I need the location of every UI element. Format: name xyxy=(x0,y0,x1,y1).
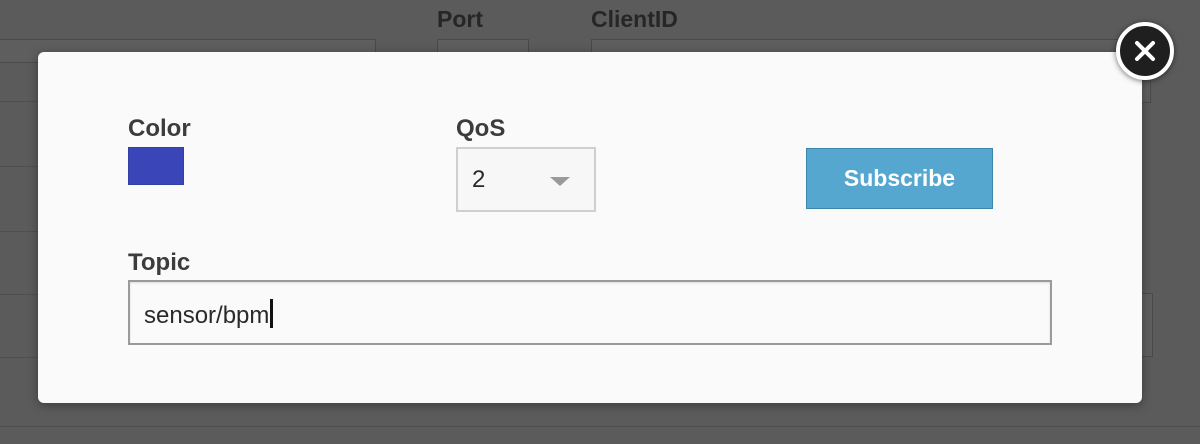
background-divider xyxy=(0,294,38,295)
close-icon xyxy=(1135,41,1155,61)
color-label: Color xyxy=(128,115,191,142)
background-divider xyxy=(0,101,38,102)
close-modal-button[interactable] xyxy=(1116,22,1174,80)
clientid-label: ClientID xyxy=(591,6,678,32)
topic-input[interactable]: sensor/bpm xyxy=(128,280,1052,345)
color-picker-swatch[interactable] xyxy=(128,147,184,185)
qos-select[interactable]: 2 xyxy=(456,147,596,212)
background-divider xyxy=(0,166,38,167)
subscribe-modal: Color QoS 2 Subscribe Topic sensor/bpm xyxy=(38,52,1142,403)
chevron-down-icon xyxy=(550,177,570,186)
qos-label: QoS xyxy=(456,115,506,142)
port-label: Port xyxy=(437,6,483,32)
background-divider xyxy=(0,357,38,358)
background-divider xyxy=(0,426,1200,427)
subscribe-button[interactable]: Subscribe xyxy=(806,148,993,209)
qos-selected-value: 2 xyxy=(472,166,486,193)
text-caret xyxy=(270,299,274,328)
topic-input-value: sensor/bpm xyxy=(144,302,270,329)
topic-label: Topic xyxy=(128,249,191,276)
background-divider xyxy=(0,231,38,232)
